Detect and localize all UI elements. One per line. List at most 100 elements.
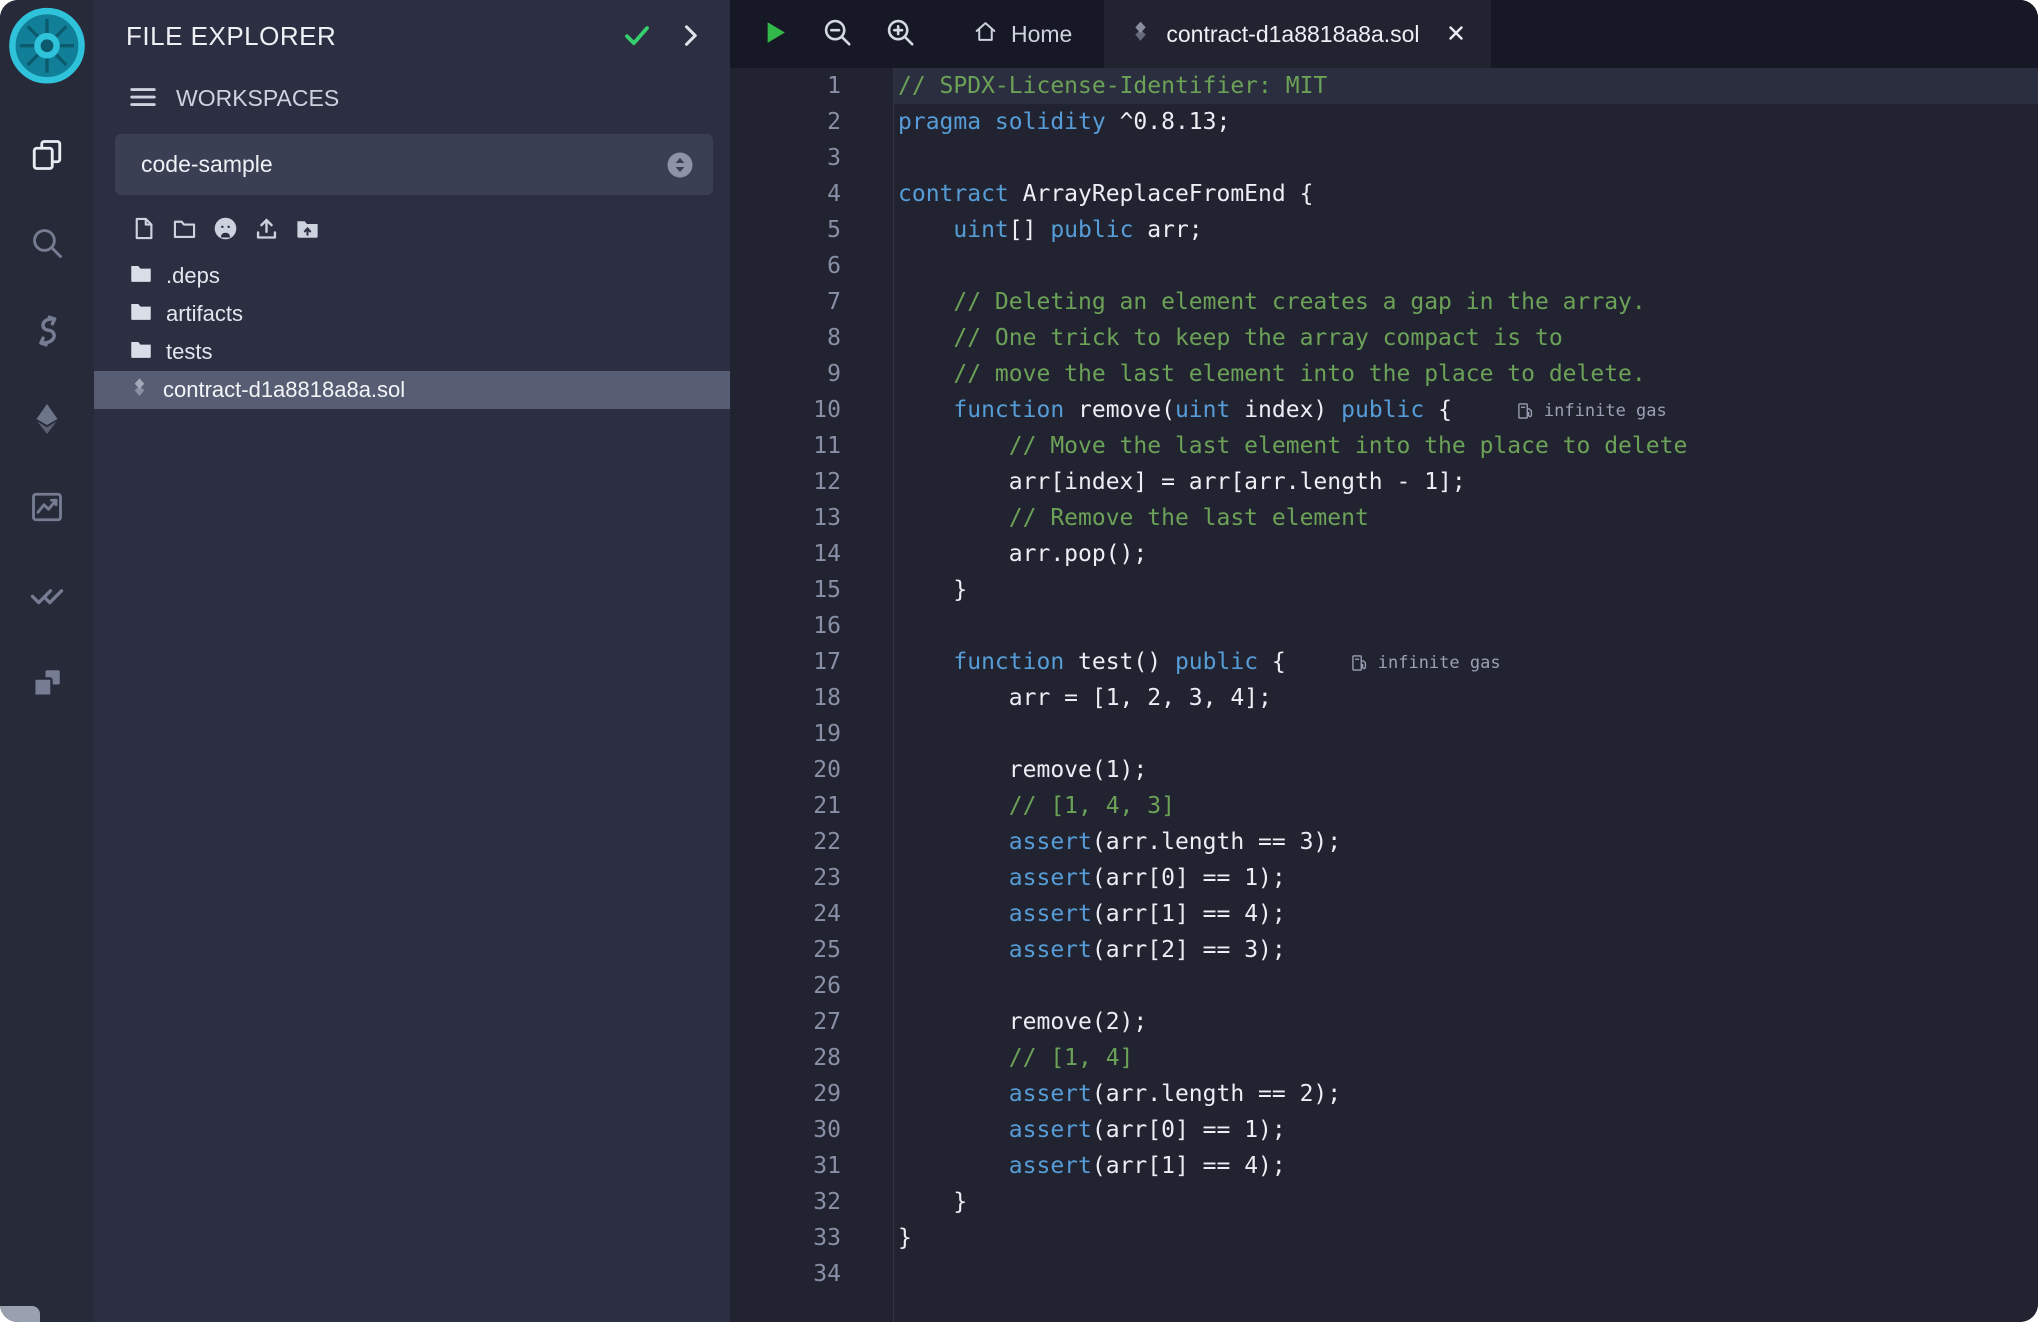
code-line[interactable]: // Deleting an element creates a gap in …	[894, 284, 2038, 320]
code-line[interactable]: // Remove the last element	[894, 500, 2038, 536]
code-line[interactable]: // move the last element into the place …	[894, 356, 2038, 392]
workspaces-menu-button[interactable]	[128, 82, 158, 115]
code-line[interactable]	[894, 608, 2038, 644]
workspaces-header: WORKSPACES	[94, 76, 730, 120]
code-line[interactable]: // [1, 4, 3]	[894, 788, 2038, 824]
rail-deploy-run-button[interactable]	[0, 392, 94, 448]
code-line[interactable]: }	[894, 572, 2038, 608]
new-folder-button[interactable]	[171, 215, 198, 245]
workspace-name: code-sample	[141, 151, 273, 178]
code-line[interactable]: contract ArrayReplaceFromEnd {	[894, 176, 2038, 212]
code-line[interactable]: // [1, 4]	[894, 1040, 2038, 1076]
code-line[interactable]: }	[894, 1184, 2038, 1220]
line-number: 6	[730, 248, 841, 284]
rail-unit-testing-button[interactable]	[0, 568, 94, 624]
tab-label: contract-d1a8818a8a.sol	[1166, 21, 1419, 48]
remix-logo[interactable]	[6, 6, 88, 88]
clone-git-repo-button[interactable]	[212, 215, 239, 245]
home-icon	[973, 19, 998, 50]
code-line[interactable]: assert(arr[0] == 1);	[894, 860, 2038, 896]
code-line[interactable]: function test() public {infinite gas	[894, 644, 2038, 680]
new-file-icon	[130, 215, 157, 245]
line-number: 19	[730, 716, 841, 752]
deploy-and-run-icon	[29, 401, 65, 440]
line-number: 10	[730, 392, 841, 428]
check-icon	[622, 20, 652, 53]
line-number: 3	[730, 140, 841, 176]
load-local-folder-button[interactable]	[294, 215, 321, 245]
scrollbar-thumb[interactable]	[0, 1306, 40, 1322]
accept-button[interactable]	[622, 20, 652, 53]
gas-estimate-badge: infinite gas	[1350, 645, 1501, 681]
line-number: 2	[730, 104, 841, 140]
folder-icon	[128, 298, 154, 330]
line-number: 21	[730, 788, 841, 824]
code-line[interactable]: assert(arr.length == 2);	[894, 1076, 2038, 1112]
code-line[interactable]: remove(1);	[894, 752, 2038, 788]
tab-contract-file[interactable]: contract-d1a8818a8a.sol	[1104, 0, 1490, 68]
code-line[interactable]: assert(arr.length == 3);	[894, 824, 2038, 860]
code-line[interactable]: assert(arr[0] == 1);	[894, 1112, 2038, 1148]
gas-estimate-badge: infinite gas	[1516, 393, 1667, 429]
code-line[interactable]: uint[] public arr;	[894, 212, 2038, 248]
rail-search-button[interactable]	[0, 216, 94, 272]
folder-icon	[128, 260, 154, 292]
double-check-icon	[29, 577, 65, 616]
line-number: 32	[730, 1184, 841, 1220]
code-line[interactable]: assert(arr[1] == 4);	[894, 1148, 2038, 1184]
new-folder-icon	[171, 215, 198, 245]
code-editor[interactable]: 1234567891011121314151617181920212223242…	[730, 68, 2038, 1322]
new-file-button[interactable]	[130, 215, 157, 245]
code-line[interactable]: function remove(uint index) public {infi…	[894, 392, 2038, 428]
line-number: 11	[730, 428, 841, 464]
run-script-button[interactable]	[758, 16, 791, 52]
tab-home[interactable]: Home	[941, 0, 1104, 68]
code-line[interactable]: // SPDX-License-Identifier: MIT	[894, 68, 2038, 104]
folder-row-deps[interactable]: .deps	[94, 257, 730, 295]
line-number: 14	[730, 536, 841, 572]
code-line[interactable]: assert(arr[2] == 3);	[894, 932, 2038, 968]
editor-area: Home contract-d1a8818a8a.sol	[730, 0, 2038, 1322]
file-tree: .deps artifacts tests	[94, 257, 730, 409]
icon-rail	[0, 0, 94, 1322]
zoom-in-button[interactable]	[884, 16, 917, 52]
folder-row-tests[interactable]: tests	[94, 333, 730, 371]
line-number: 33	[730, 1220, 841, 1256]
code-line[interactable]	[894, 140, 2038, 176]
workspace-select[interactable]: code-sample	[115, 134, 713, 195]
file-row-contract[interactable]: contract-d1a8818a8a.sol	[94, 371, 730, 409]
code-line[interactable]: // Move the last element into the place …	[894, 428, 2038, 464]
rail-plugin-manager-button[interactable]	[0, 656, 94, 712]
workspace-dropdown-icon	[665, 150, 695, 180]
close-icon	[1445, 22, 1467, 47]
folder-row-artifacts[interactable]: artifacts	[94, 295, 730, 333]
code-line[interactable]: assert(arr[1] == 4);	[894, 896, 2038, 932]
publish-to-gist-button[interactable]	[253, 215, 280, 245]
code-line[interactable]: pragma solidity ^0.8.13;	[894, 104, 2038, 140]
code-line[interactable]: arr = [1, 2, 3, 4];	[894, 680, 2038, 716]
zoom-out-icon	[821, 16, 854, 52]
code-line[interactable]: arr[index] = arr[arr.length - 1];	[894, 464, 2038, 500]
code-line[interactable]	[894, 968, 2038, 1004]
code-line[interactable]	[894, 716, 2038, 752]
solidity-file-icon	[128, 376, 151, 405]
folder-label: artifacts	[166, 301, 243, 327]
zoom-out-button[interactable]	[821, 16, 854, 52]
code-line[interactable]	[894, 1256, 2038, 1292]
file-explorer-panel: FILE EXPLORER	[94, 0, 730, 1322]
solidity-analyzers-icon	[29, 489, 65, 528]
code-line[interactable]: // One trick to keep the array compact i…	[894, 320, 2038, 356]
code-line[interactable]: remove(2);	[894, 1004, 2038, 1040]
code-line[interactable]: arr.pop();	[894, 536, 2038, 572]
code-lines[interactable]: // SPDX-License-Identifier: MITpragma so…	[894, 68, 2038, 1322]
code-line[interactable]: }	[894, 1220, 2038, 1256]
file-explorer-icon	[29, 137, 65, 176]
close-tab-button[interactable]	[1445, 22, 1467, 47]
rail-file-explorer-button[interactable]	[0, 128, 94, 184]
expand-panel-button[interactable]	[676, 21, 704, 52]
rail-solidity-analyzers-button[interactable]	[0, 480, 94, 536]
rail-solidity-compiler-button[interactable]	[0, 304, 94, 360]
code-line[interactable]	[894, 248, 2038, 284]
remix-ide-window: FILE EXPLORER	[0, 0, 2038, 1322]
line-number: 20	[730, 752, 841, 788]
